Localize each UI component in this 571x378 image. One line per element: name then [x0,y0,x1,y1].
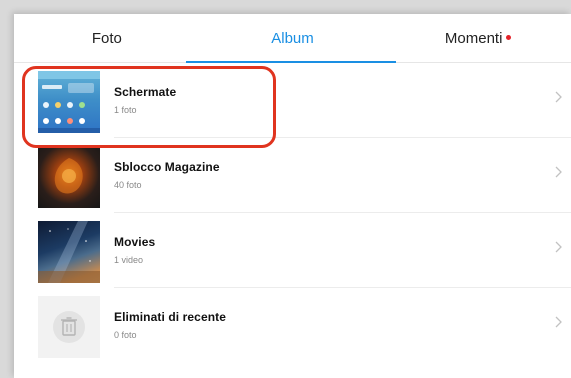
album-name: Schermate [114,85,177,99]
tab-foto[interactable]: Foto [14,14,200,62]
trash-icon [53,311,85,343]
chevron-right-icon [555,91,562,103]
album-name: Movies [114,235,156,249]
album-row-sblocco-magazine[interactable]: Sblocco Magazine 40 foto [14,138,571,213]
tab-album[interactable]: Album [200,14,386,62]
notification-dot [506,34,512,40]
chevron-right-icon [555,241,562,253]
album-count: 0 foto [114,330,137,340]
album-row-schermate[interactable]: Schermate 1 foto [14,63,571,138]
tab-momenti-label: Momenti [444,29,503,47]
deleted-thumbnail [38,296,100,358]
tab-foto-label: Foto [91,29,122,47]
tab-bar: Foto Album Momenti [14,14,571,63]
album-count: 40 foto [114,180,142,190]
magazine-thumbnail [38,146,100,208]
chevron-right-icon [555,166,562,178]
album-name: Sblocco Magazine [114,160,220,174]
tab-album-label: Album [271,29,314,47]
tab-momenti[interactable]: Momenti [385,14,571,62]
album-count: 1 foto [114,105,137,115]
gallery-screen: Foto Album Momenti Schermate 1 foto Sblo… [14,14,571,378]
album-name: Eliminati di recente [114,310,227,324]
album-count: 1 video [114,255,144,265]
album-row-movies[interactable]: Movies 1 video [14,213,571,288]
screenshots-thumbnail [38,71,100,133]
movies-thumbnail [38,221,100,283]
album-row-eliminati[interactable]: Eliminati di recente 0 foto [14,288,571,363]
chevron-right-icon [555,316,562,328]
album-list: Schermate 1 foto Sblocco Magazine 40 fot… [14,63,571,363]
